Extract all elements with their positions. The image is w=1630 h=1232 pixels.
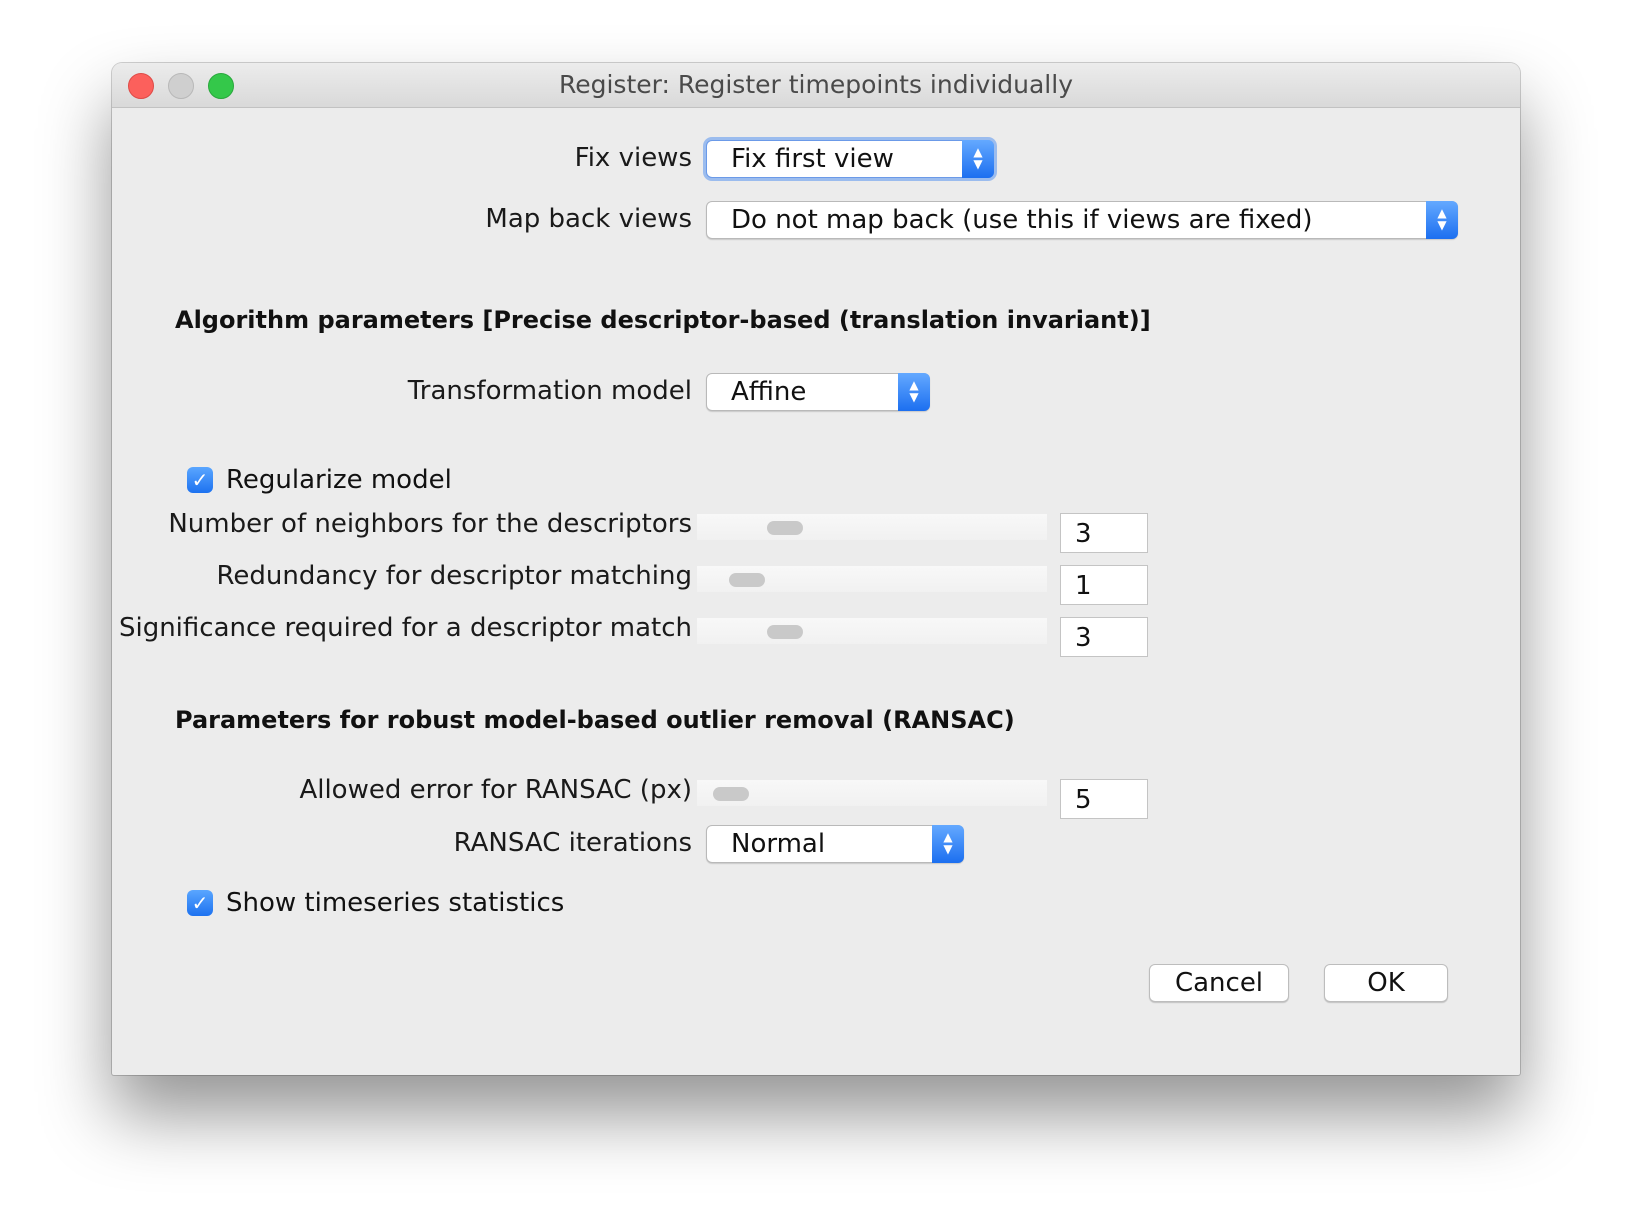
register-dialog-window: Register: Register timepoints individual…	[112, 63, 1520, 1075]
allowed-error-field[interactable]: 5	[1060, 779, 1148, 819]
num-neighbors-field[interactable]: 3	[1060, 513, 1148, 553]
ransac-iterations-value: Normal	[731, 829, 826, 859]
regularize-model-checkbox[interactable]: ✓	[187, 467, 213, 493]
allowed-error-slider[interactable]	[697, 780, 1047, 806]
fix-views-select[interactable]: Fix first view ▲ ▼	[706, 140, 994, 178]
redundancy-field[interactable]: 1	[1060, 565, 1148, 605]
ransac-iterations-select[interactable]: Normal ▲ ▼	[706, 825, 964, 863]
significance-slider-knob[interactable]	[767, 625, 803, 639]
regularize-model-label: Regularize model	[226, 465, 452, 495]
fix-views-value: Fix first view	[731, 144, 894, 174]
redundancy-label: Redundancy for descriptor matching	[216, 561, 692, 591]
ransac-iterations-label: RANSAC iterations	[453, 828, 692, 858]
up-down-chevron-icon: ▲ ▼	[962, 140, 994, 178]
up-down-chevron-icon: ▲ ▼	[898, 373, 930, 411]
cancel-button[interactable]: Cancel	[1149, 964, 1289, 1002]
up-down-chevron-icon: ▲ ▼	[932, 825, 964, 863]
allowed-error-slider-knob[interactable]	[713, 787, 749, 801]
allowed-error-label: Allowed error for RANSAC (px)	[299, 775, 692, 805]
transformation-model-label: Transformation model	[407, 376, 692, 406]
show-statistics-checkbox[interactable]: ✓	[187, 890, 213, 916]
redundancy-slider[interactable]	[697, 566, 1047, 592]
num-neighbors-label: Number of neighbors for the descriptors	[168, 509, 692, 539]
map-back-views-value: Do not map back (use this if views are f…	[731, 205, 1313, 235]
fix-views-label: Fix views	[574, 143, 692, 173]
title-bar[interactable]: Register: Register timepoints individual…	[112, 63, 1520, 108]
window-title: Register: Register timepoints individual…	[558, 70, 1073, 99]
transformation-model-value: Affine	[731, 377, 807, 407]
ransac-parameters-heading: Parameters for robust model-based outlie…	[175, 706, 1015, 734]
map-back-views-select[interactable]: Do not map back (use this if views are f…	[706, 201, 1458, 239]
redundancy-slider-knob[interactable]	[729, 573, 765, 587]
transformation-model-select[interactable]: Affine ▲ ▼	[706, 373, 930, 411]
num-neighbors-slider[interactable]	[697, 514, 1047, 540]
algorithm-parameters-heading: Algorithm parameters [Precise descriptor…	[175, 306, 1151, 334]
num-neighbors-slider-knob[interactable]	[767, 521, 803, 535]
map-back-views-label: Map back views	[485, 204, 692, 234]
ok-button[interactable]: OK	[1324, 964, 1448, 1002]
up-down-chevron-icon: ▲ ▼	[1426, 201, 1458, 239]
show-statistics-label: Show timeseries statistics	[226, 888, 565, 918]
significance-field[interactable]: 3	[1060, 617, 1148, 657]
significance-label: Significance required for a descriptor m…	[118, 613, 692, 643]
significance-slider[interactable]	[697, 618, 1047, 644]
